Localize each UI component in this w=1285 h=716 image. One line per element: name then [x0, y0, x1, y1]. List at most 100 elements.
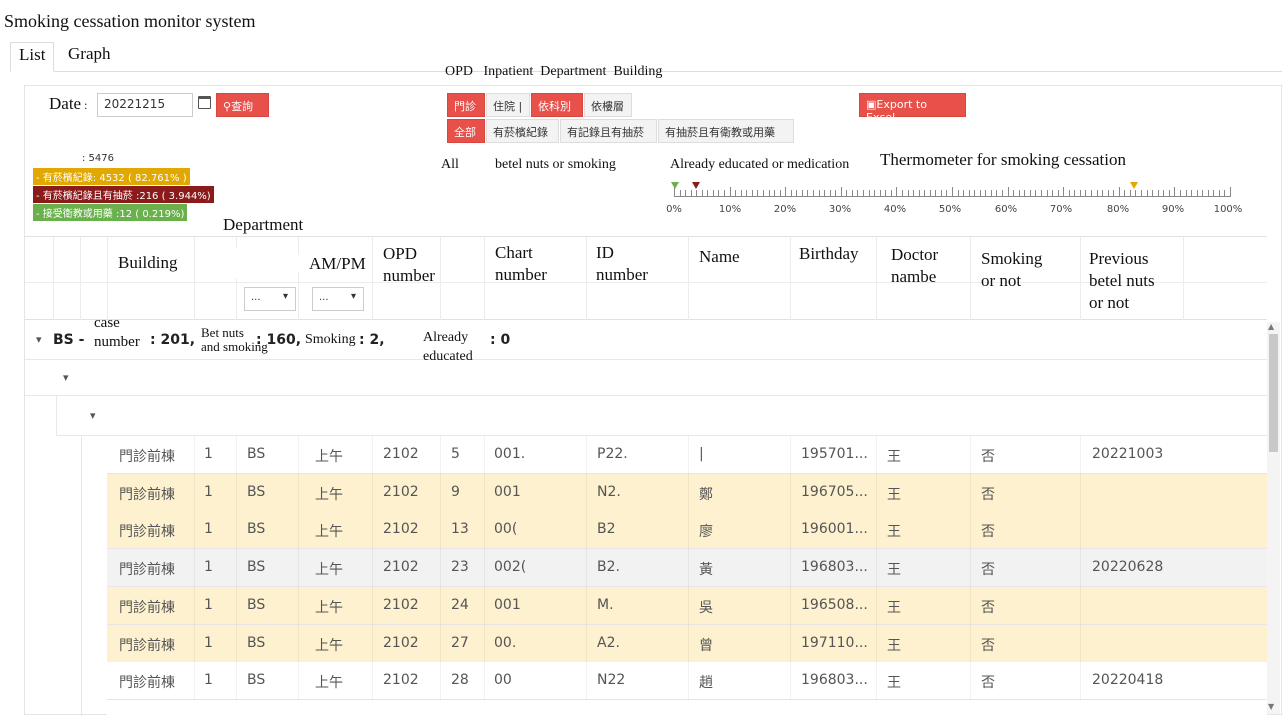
- cell-divider: [440, 436, 441, 474]
- scroll-up-icon[interactable]: ▲: [1268, 322, 1274, 331]
- subsubgroup-row[interactable]: [56, 396, 1267, 436]
- header-opd-number[interactable]: OPD number: [383, 243, 435, 287]
- header-id-number[interactable]: ID number: [596, 242, 648, 286]
- calendar-icon[interactable]: [198, 96, 211, 109]
- cell-birthday: 197110...: [801, 634, 868, 651]
- header-doctor-name[interactable]: Doctor nambe: [891, 244, 938, 288]
- cell-seq: 9: [451, 483, 460, 500]
- excel-icon: ▣: [866, 98, 877, 111]
- cell-divider: [236, 586, 237, 625]
- header-name[interactable]: Name: [699, 246, 740, 268]
- export-excel-button[interactable]: ▣Export to Excel: [859, 93, 966, 124]
- header-ampm[interactable]: AM/PM: [309, 253, 366, 275]
- scroll-down-icon[interactable]: ▼: [1268, 702, 1274, 711]
- scrollbar-thumb[interactable]: [1269, 334, 1278, 452]
- expand-caret-icon[interactable]: ▾: [90, 409, 96, 422]
- filter-records-smoking[interactable]: 有記錄且有抽菸: [560, 119, 657, 143]
- table-row[interactable]: 門診前棟 1 BS 上午 2102 28 00 N22 趙 196803... 王 否 20220418: [107, 662, 1267, 701]
- opd-toggle[interactable]: 門診: [447, 93, 485, 117]
- thermometer-tick: [1052, 190, 1054, 197]
- cell-birthday: 196705...: [801, 483, 868, 500]
- cell-bld: 門診前棟: [119, 562, 175, 579]
- thermometer-tick: [1035, 190, 1037, 197]
- thermometer-tick: [1213, 190, 1215, 197]
- table-row[interactable]: [107, 699, 1267, 716]
- query-button[interactable]: ⚲查詢: [216, 93, 269, 117]
- expand-caret-icon[interactable]: ▾: [36, 333, 42, 346]
- thermometer-tick-label: 90%: [1161, 204, 1185, 215]
- cessation-thermometer: [671, 182, 1231, 198]
- thermometer-tick: [1074, 190, 1076, 197]
- cell-divider: [236, 549, 237, 588]
- cell-smoking: 否: [981, 637, 995, 654]
- header-chart-number[interactable]: Chart number: [495, 242, 547, 286]
- thermometer-tick: [1168, 190, 1170, 197]
- cell-name: 廖: [699, 524, 713, 541]
- thermometer-tick: [1135, 190, 1137, 197]
- filter-all[interactable]: 全部: [447, 119, 485, 143]
- filter-smoking-educated[interactable]: 有抽菸且有衛教或用藥: [658, 119, 794, 143]
- thermometer-tick: [996, 190, 998, 197]
- table-row[interactable]: 門診前棟 1 BS 上午 2102 24 001 M. 吳 196508... 王 否: [107, 586, 1267, 625]
- thermometer-tick: [690, 190, 692, 197]
- filter-betel-records[interactable]: 有菸檳紀錄: [486, 119, 559, 143]
- header-smoking[interactable]: Smoking or not: [981, 248, 1042, 292]
- cell-divider: [372, 511, 373, 550]
- thermometer-tick: [924, 190, 926, 197]
- subgroup-row[interactable]: [25, 360, 1267, 396]
- ampm-filter-dropdown[interactable]: ... ▾: [312, 287, 364, 311]
- table-row[interactable]: 門診前棟 1 BS 上午 2102 13 00(B2 廖 196001... 王 否: [107, 511, 1267, 550]
- caption-all: All: [441, 157, 459, 172]
- cell-divider: [298, 662, 299, 701]
- thermometer-tick: [840, 187, 842, 197]
- group-by-building[interactable]: 依樓層: [584, 93, 632, 117]
- cell-smoking: 否: [981, 486, 995, 503]
- thermometer-tick: [879, 190, 881, 197]
- cell-smoking: 否: [981, 524, 995, 541]
- thermometer-tick: [1152, 190, 1154, 197]
- dept-filter-dropdown[interactable]: ... ▾: [244, 287, 296, 311]
- cell-divider: [194, 473, 195, 512]
- inpatient-toggle[interactable]: 住院 |: [486, 93, 530, 117]
- thermometer-tick: [1029, 190, 1031, 197]
- cell-divider: [440, 624, 441, 663]
- cell-divider: [298, 473, 299, 512]
- column-divider: [790, 237, 791, 320]
- header-birthday[interactable]: Birthday: [799, 243, 859, 265]
- group-betel-value: : 160,: [256, 332, 302, 348]
- header-building[interactable]: Building: [118, 252, 178, 274]
- cell-chart: 001: [494, 596, 521, 613]
- thermometer-tick: [696, 190, 698, 197]
- table-row[interactable]: 門診前棟 1 BS 上午 2102 27 00. A2. 曾 197110... 王 否: [107, 624, 1267, 663]
- expand-caret-icon[interactable]: ▾: [63, 371, 69, 384]
- group-by-department[interactable]: 依科別: [531, 93, 583, 117]
- date-field[interactable]: 20221215: [97, 93, 193, 117]
- cell-divider: [688, 511, 689, 550]
- cell-smoking: 否: [981, 675, 995, 692]
- cell-divider: [1080, 473, 1081, 512]
- cell-bld: 門診前棟: [119, 524, 175, 541]
- header-previous-betel[interactable]: Previous betel nuts or not: [1089, 248, 1155, 314]
- tab-list[interactable]: List: [10, 42, 55, 72]
- table-row[interactable]: 門診前棟 1 BS 上午 2102 23 002(B2. 黃 196803... 王 否 202206…: [107, 549, 1267, 588]
- table-row[interactable]: 門診前棟 1 BS 上午 2102 5 001. P22. | 195701... 王 否 202210…: [107, 436, 1267, 474]
- thermometer-tick: [1224, 190, 1226, 197]
- cell-id: N2.: [597, 483, 621, 500]
- cell-divider: [440, 586, 441, 625]
- cell-chart: 00: [494, 672, 512, 689]
- tab-graph[interactable]: Graph: [60, 42, 118, 72]
- cell-divider: [688, 549, 689, 588]
- table-row[interactable]: 門診前棟 1 BS 上午 2102 9 001 N2. 鄭 196705... 王 否: [107, 473, 1267, 512]
- thermometer-tick: [1057, 190, 1059, 197]
- cell-smoking: 否: [981, 562, 995, 579]
- summary-educated: - 接受衛教或用藥 :12 ( 0.219%): [33, 204, 188, 221]
- thermometer-tick-label: 50%: [938, 204, 962, 215]
- thermometer-tick: [990, 190, 992, 197]
- thermometer-tick: [1157, 190, 1159, 197]
- cell-doctor: 王: [887, 599, 901, 616]
- thermometer-tick: [735, 190, 737, 197]
- thermometer-tick: [1068, 190, 1070, 197]
- thermometer-tick: [1085, 190, 1087, 197]
- cell-divider: [298, 549, 299, 588]
- cell-birthday: 196803...: [801, 559, 868, 576]
